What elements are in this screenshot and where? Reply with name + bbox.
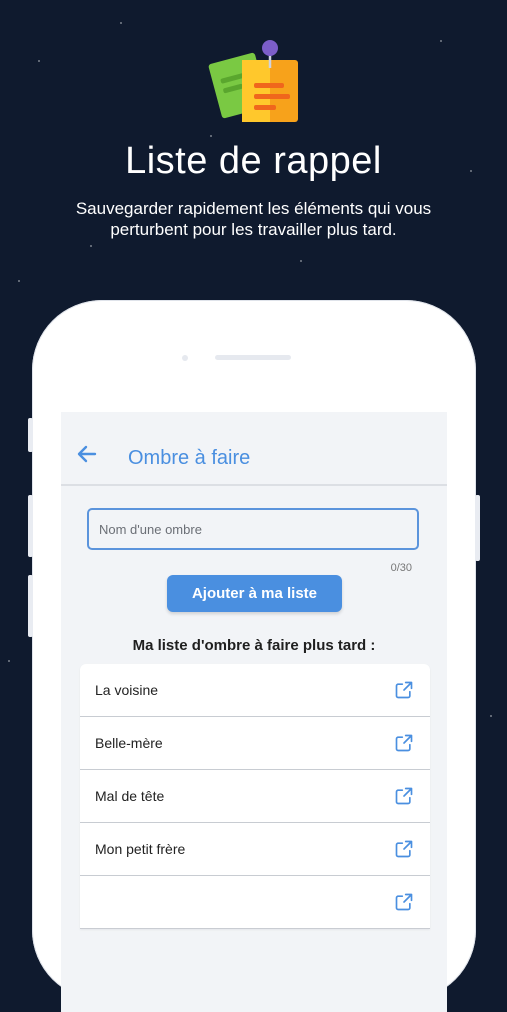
list-item[interactable]: Mal de tête (80, 770, 430, 823)
list-item[interactable]: Belle-mère (80, 717, 430, 770)
open-in-new-icon[interactable] (394, 680, 414, 700)
list-item-label: La voisine (95, 682, 159, 698)
promo-subtitle-line-2: perturbent pour les travailler plus tard… (110, 220, 397, 239)
phone-camera (182, 355, 188, 361)
phone-power-button (475, 495, 480, 561)
open-in-new-icon[interactable] (394, 786, 414, 806)
promo-subtitle: Sauvegarder rapidement les éléments qui … (40, 198, 467, 240)
open-in-new-icon[interactable] (394, 733, 414, 753)
list-item-label: Mal de tête (95, 788, 165, 804)
app-screen: Ombre à faire 0/30 Ajouter à ma liste Ma… (61, 412, 447, 1012)
list-item-label: Belle-mère (95, 735, 163, 751)
shadow-name-field[interactable] (87, 508, 419, 550)
list-item[interactable]: Mon petit frère (80, 823, 430, 876)
app-bar: Ombre à faire (61, 412, 447, 486)
page-title: Ombre à faire (128, 447, 251, 469)
promo-title: Liste de rappel (125, 140, 382, 182)
list-item[interactable]: La voisine (80, 664, 430, 717)
phone-volume-up-button (28, 495, 33, 557)
phone-side-button (28, 418, 33, 452)
sticky-notes-logo-icon (208, 40, 298, 122)
list-item-label: Mon petit frère (95, 841, 186, 857)
list-item[interactable] (80, 876, 430, 929)
phone-frame: Ombre à faire 0/30 Ajouter à ma liste Ma… (28, 300, 480, 1012)
phone-volume-down-button (28, 575, 33, 637)
character-counter: 0/30 (390, 562, 412, 574)
open-in-new-icon[interactable] (394, 892, 414, 912)
shadow-list: La voisine Belle-mère Mal de tête Mon pe… (80, 664, 430, 929)
list-title: Ma liste d'ombre à faire plus tard : (132, 637, 376, 654)
arrow-left-icon[interactable] (75, 442, 99, 466)
add-to-list-button[interactable]: Ajouter à ma liste (167, 575, 342, 612)
promo-subtitle-line-1: Sauvegarder rapidement les éléments qui … (75, 199, 432, 218)
open-in-new-icon[interactable] (394, 839, 414, 859)
phone-speaker (215, 355, 291, 360)
shadow-name-input[interactable] (89, 510, 417, 548)
